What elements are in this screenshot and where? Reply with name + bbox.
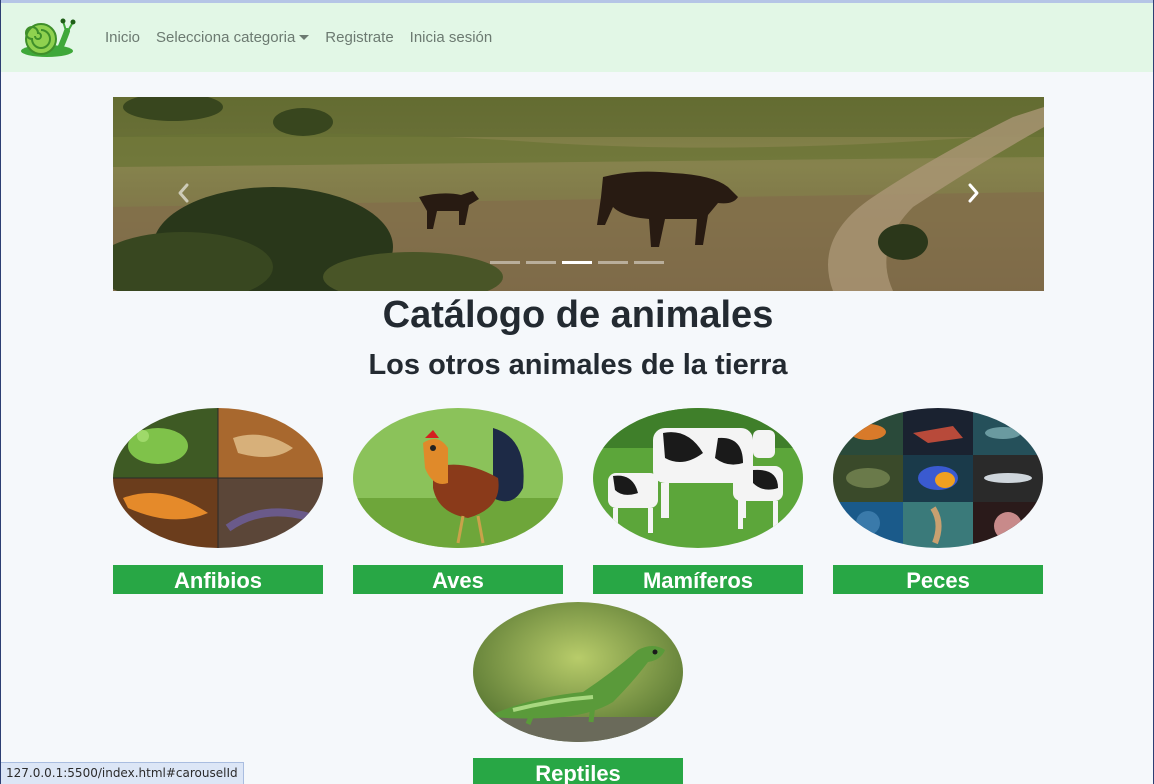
nav-link-inicio[interactable]: Inicio	[105, 29, 140, 46]
nav-link-label: Registrate	[325, 29, 394, 46]
page-title: Catálogo de animales	[382, 294, 774, 336]
carousel-indicator[interactable]	[634, 261, 664, 264]
nav-link-registrate[interactable]: Registrate	[325, 29, 393, 46]
category-card-aves: Aves	[353, 408, 563, 594]
carousel[interactable]	[113, 97, 1044, 291]
nav-link-label: Selecciona categoria	[156, 29, 296, 46]
cows-photo[interactable]	[593, 408, 803, 548]
category-card-anfibios: Anfibios	[113, 408, 323, 594]
carousel-indicator[interactable]	[490, 261, 520, 264]
caret-down-icon	[299, 35, 310, 40]
chevron-right-icon[interactable]	[960, 179, 986, 207]
carousel-indicators	[490, 261, 664, 264]
amphibians-collage-photo[interactable]	[113, 408, 323, 548]
rooster-photo[interactable]	[353, 408, 563, 548]
nav-link-inicia-sesion[interactable]: Inicia sesión	[410, 29, 493, 46]
carousel-indicator[interactable]	[598, 261, 628, 264]
navbar: Inicio Selecciona categoria Registrate I…	[1, 3, 1153, 72]
nav-dropdown-categoria[interactable]: Selecciona categoria	[156, 29, 310, 46]
carousel-indicator-active[interactable]	[562, 261, 592, 264]
category-button-mamiferos[interactable]: Mamíferos	[593, 565, 803, 594]
iguana-photo[interactable]	[473, 602, 683, 742]
snail-icon[interactable]	[19, 17, 77, 59]
category-button-anfibios[interactable]: Anfibios	[113, 565, 323, 594]
nav-link-label: Inicia sesión	[409, 29, 493, 46]
carousel-indicator[interactable]	[526, 261, 556, 264]
category-button-aves[interactable]: Aves	[353, 565, 563, 594]
chevron-left-icon[interactable]	[171, 179, 197, 207]
category-card-reptiles: Reptiles	[473, 602, 683, 784]
category-button-peces[interactable]: Peces	[833, 565, 1043, 594]
fish-collage-photo[interactable]	[833, 408, 1043, 548]
category-card-peces: Peces	[833, 408, 1043, 594]
nav-link-label: Inicio	[105, 29, 141, 46]
browser-status-bar: 127.0.0.1:5500/index.html#carouselId	[1, 762, 244, 784]
page-subtitle: Los otros animales de la tierra	[368, 349, 788, 381]
category-card-mamiferos: Mamíferos	[593, 408, 803, 594]
category-button-reptiles[interactable]: Reptiles	[473, 758, 683, 784]
